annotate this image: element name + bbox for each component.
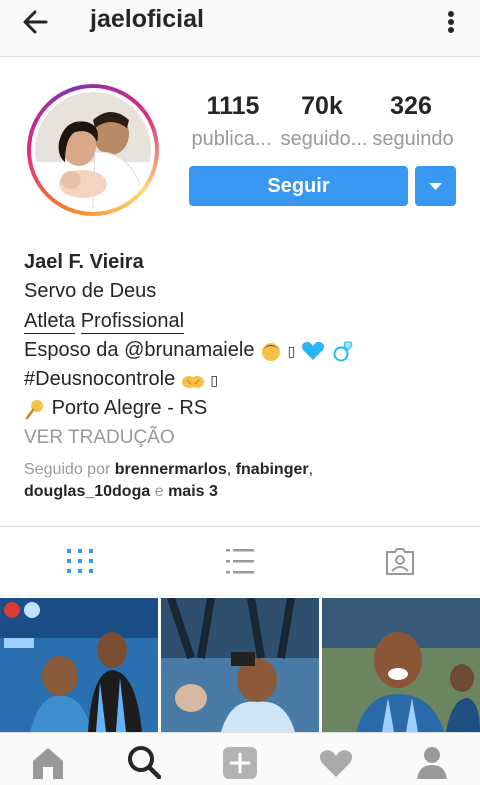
followed-by-prefix: Seguido por	[24, 461, 111, 478]
posts-label: publica...	[191, 128, 272, 150]
suggestions-dropdown-button[interactable]	[415, 166, 456, 206]
follower-brennermarlos[interactable]: brennermarlos	[115, 461, 227, 478]
following-count[interactable]: 326	[361, 92, 461, 121]
bio-word-profissional: Profissional	[80, 310, 185, 334]
bio-line-4: #Deusnocontrole ▯	[24, 368, 218, 391]
bio-line-3: Esposo da @brunamaiele ▯	[24, 339, 354, 362]
avatar-photo	[35, 92, 151, 208]
bio-line-1: Servo de Deus	[24, 280, 157, 302]
pin-emoji-icon	[25, 399, 43, 419]
top-bar: jaeloficial	[0, 0, 480, 57]
ring-emoji-icon	[333, 341, 353, 362]
follower-douglas-10doga[interactable]: douglas_10doga	[24, 483, 150, 500]
list-icon[interactable]	[224, 545, 256, 577]
followers-count[interactable]: 70k	[272, 92, 372, 121]
followed-by-more[interactable]: mais 3	[168, 483, 218, 500]
bio-mention-text[interactable]: Esposo da @brunamaiele	[24, 339, 254, 361]
bio-hashtag[interactable]: #Deusnocontrole	[24, 368, 175, 390]
triangle-down-icon	[429, 183, 442, 190]
followed-by-comma-1: ,	[226, 461, 232, 478]
arrow-left-icon[interactable]	[18, 6, 54, 38]
followed-by-line-1: Seguido por brennermarlos, fnabinger,	[24, 461, 313, 479]
bio-location: Porto Alegre - RS	[51, 397, 208, 419]
followed-by-comma-2: ,	[308, 461, 314, 478]
search-icon[interactable]	[127, 745, 161, 779]
bio-word-atleta: Atleta	[24, 310, 76, 334]
follow-button[interactable]: Seguir	[189, 166, 408, 206]
post-thumbnail[interactable]	[322, 598, 480, 732]
divider	[0, 595, 480, 596]
profile-username-title: jaeloficial	[90, 5, 204, 33]
profile-full-name: Jael F. Vieira	[24, 251, 144, 273]
bio-unknown-glyph: ▯	[287, 343, 296, 359]
followed-by-line-2: douglas_10doga e mais 3	[24, 483, 218, 501]
posts-count: 1115	[206, 92, 260, 120]
bio-line-2: Atleta Profissional	[24, 310, 185, 334]
grid-icon[interactable]	[64, 545, 96, 577]
bio-line-5: Porto Alegre - RS	[24, 397, 207, 420]
see-translation-link[interactable]: VER TRADUÇÃO	[24, 427, 175, 449]
post-thumbnail[interactable]	[0, 598, 158, 732]
photo-grid	[0, 598, 480, 732]
followers-label[interactable]: seguido...	[278, 128, 370, 151]
follower-fnabinger[interactable]: fnabinger	[236, 461, 309, 478]
followed-by-and: e	[154, 483, 164, 500]
heart-icon[interactable]	[319, 745, 353, 779]
divider	[0, 526, 480, 527]
bio-unknown-glyph-2: ▯	[210, 372, 219, 388]
more-vertical-icon[interactable]	[441, 6, 461, 38]
following-label[interactable]: seguindo	[368, 128, 458, 151]
avatar[interactable]	[27, 84, 159, 216]
woman-emoji-icon	[262, 342, 281, 361]
tagged-icon[interactable]	[384, 545, 416, 577]
post-thumbnail[interactable]	[161, 598, 319, 732]
add-icon[interactable]	[223, 745, 257, 779]
home-icon[interactable]	[31, 745, 65, 779]
praying-hands-emoji-icon	[181, 375, 204, 388]
blue-heart-emoji-icon	[301, 341, 324, 360]
profile-icon[interactable]	[415, 745, 449, 779]
